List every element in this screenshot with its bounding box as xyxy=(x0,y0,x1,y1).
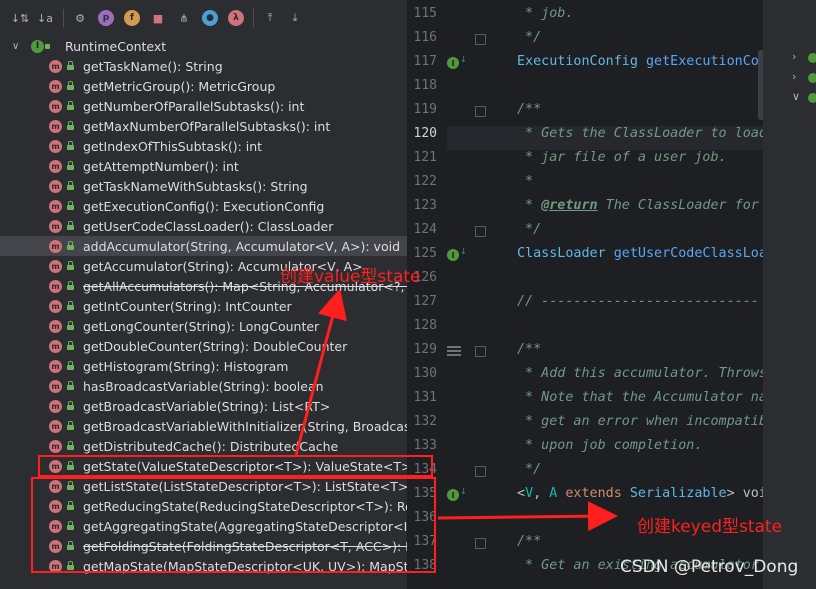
keyed-state-arrow xyxy=(437,501,618,532)
watermark: CSDN @Petrov_Dong xyxy=(620,557,799,577)
value-state-annotation: 创建value型state xyxy=(280,267,421,287)
annotation-arrows xyxy=(294,288,618,532)
keyed-state-annotation: 创建keyed型state xyxy=(637,517,783,537)
value-state-arrow xyxy=(294,288,347,456)
